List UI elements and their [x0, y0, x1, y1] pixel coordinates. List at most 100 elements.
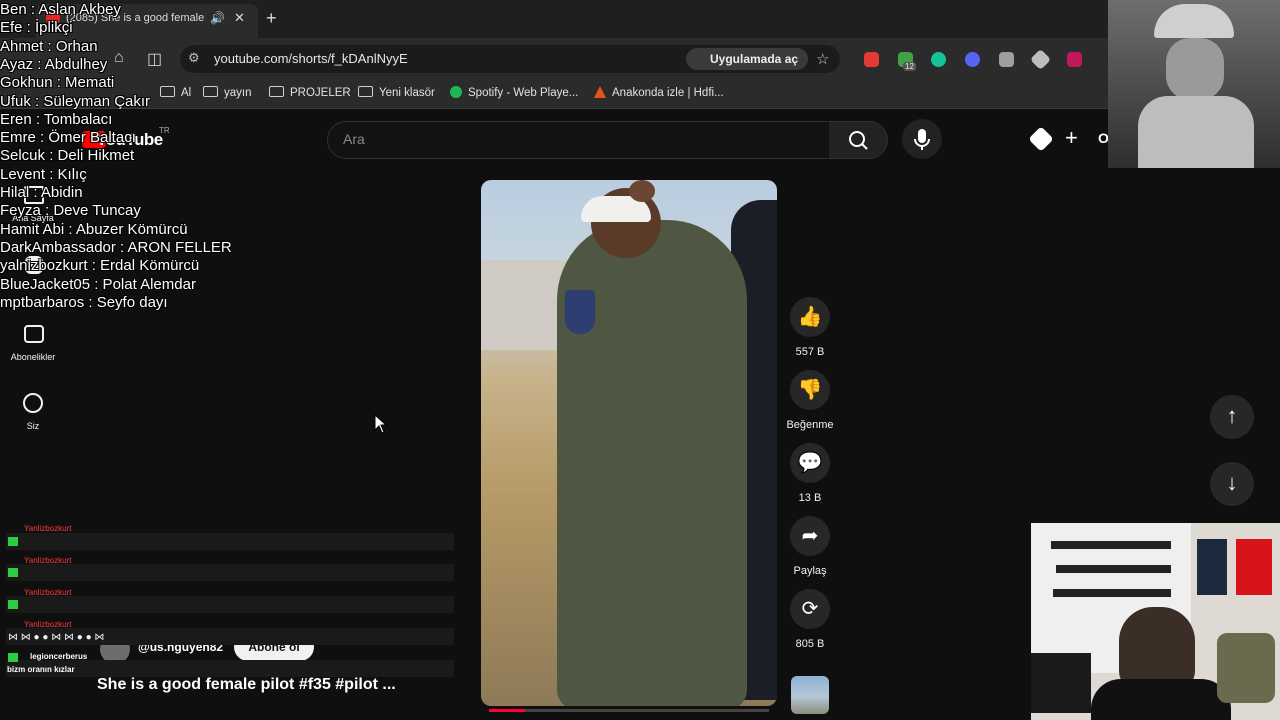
dislike-label: Beğenme [786, 419, 834, 431]
video-progress-track[interactable] [489, 709, 769, 712]
create-plus-icon[interactable]: + [1065, 125, 1078, 151]
nickname-line: Ayaz : Abdulhey [0, 55, 108, 73]
chat-username: Yanlizbozkurt [24, 524, 72, 533]
chat-username: legioncerberus [30, 652, 88, 661]
spotify-icon [450, 86, 462, 98]
thumbs-down-icon: 👎 [797, 379, 823, 401]
folder-icon [160, 86, 175, 97]
new-tab-icon[interactable]: + [266, 8, 277, 29]
voice-search-button[interactable] [902, 119, 942, 159]
thumbs-up-icon: 👍 [797, 306, 823, 328]
sidebar-item-subscriptions[interactable]: Abonelikler [3, 352, 63, 362]
like-button[interactable]: 👍 [790, 297, 830, 337]
bookmark-folder-yayin[interactable]: yayın [203, 86, 252, 99]
arrow-down-icon: ↓ [1226, 470, 1238, 495]
speaker-icon[interactable]: 🔊 [210, 11, 225, 25]
chat-username: Yanlizbozkurt [24, 588, 72, 597]
share-label: Paylaş [793, 565, 827, 577]
video-progress-fill[interactable] [489, 709, 525, 712]
discord-icon[interactable] [965, 52, 980, 67]
nickname-line: mptbarbaros : Seyfo dayı [0, 293, 168, 311]
chat-message: bizm oranın kızlar [7, 665, 75, 674]
video-hair-bun [629, 180, 655, 202]
bookmark-label: Al [181, 87, 192, 99]
bookmark-folder-projeler[interactable]: PROJELER [269, 86, 351, 99]
webcam-desk [1031, 653, 1091, 713]
dislike-button[interactable]: 👎 [790, 370, 830, 410]
shield-icon[interactable] [999, 52, 1014, 67]
home-icon[interactable]: ⌂ [114, 49, 124, 67]
remix-button[interactable]: ⟳ [790, 589, 830, 629]
open-in-app-button[interactable]: Uygulamada aç [686, 48, 809, 70]
webcam-streamer-body [1091, 679, 1231, 720]
grammarly-icon[interactable] [931, 52, 946, 67]
short-video-player[interactable] [481, 180, 777, 706]
share-arrow-icon: ➦ [801, 525, 819, 547]
bookmark-anakonda[interactable]: Anakonda izle | Hdfi... [594, 86, 724, 99]
extension-purple-icon[interactable] [1067, 52, 1082, 67]
chat-username: Yanlizbozkurt [24, 556, 72, 565]
close-tab-icon[interactable]: ✕ [234, 10, 245, 26]
webcam-flag-turkey [1236, 539, 1272, 595]
microphone-icon [914, 129, 930, 150]
previous-short-button[interactable]: ↑ [1210, 395, 1254, 439]
streamer-webcam [1031, 523, 1280, 720]
chat-emotes: ⋈ ⋈ ● ● ⋈ ⋈ ● ● ⋈ [8, 632, 105, 643]
chat-badge-icon [8, 537, 18, 546]
search-icon [849, 131, 868, 150]
bookmark-label: yayın [224, 87, 252, 99]
bookmark-folder-al[interactable]: Al [160, 86, 191, 99]
nickname-line: Hilal : Abidin [0, 184, 83, 201]
webcam-flag-dark [1197, 539, 1227, 595]
chat-badge-icon [8, 568, 18, 577]
sound-thumbnail[interactable] [791, 676, 829, 714]
bookmark-folder-yeni[interactable]: Yeni klasör [358, 86, 435, 99]
bookmark-spotify[interactable]: Spotify - Web Playe... [450, 86, 578, 99]
folder-icon [269, 86, 284, 97]
remix-icon: ⟳ [801, 598, 819, 620]
search-input[interactable] [327, 121, 831, 159]
url-text[interactable]: youtube.com/shorts/f_kDAnlNyyE [214, 51, 408, 66]
site-settings-icon[interactable]: ⚙ [188, 50, 200, 66]
webcam-vest [1217, 633, 1275, 703]
short-title[interactable]: She is a good female pilot #f35 #pilot .… [97, 676, 396, 694]
chat-row [6, 564, 454, 581]
bookmark-label: Yeni klasör [379, 87, 435, 99]
bookmark-label: Spotify - Web Playe... [468, 87, 579, 99]
portrait-uniform [1138, 96, 1254, 168]
arrow-up-icon: ↑ [1226, 403, 1238, 428]
nickname-line: Ben : Aslan Akbey [0, 1, 121, 18]
extension-red-icon[interactable] [864, 52, 879, 67]
chat-badge-icon [8, 600, 18, 609]
share-button[interactable]: ➦ [790, 516, 830, 556]
chat-badge-icon [8, 653, 18, 662]
search-button[interactable] [829, 121, 888, 159]
account-circle-icon[interactable] [23, 393, 43, 413]
split-view-icon[interactable]: ◫ [147, 49, 162, 69]
portrait-overlay [1108, 0, 1280, 168]
webcam-rifle [1056, 565, 1171, 573]
sidebar-item-you[interactable]: Siz [3, 421, 63, 431]
folder-icon [203, 86, 218, 97]
nickname-line: yalnizbozkurt : Erdal Kömürcü [0, 257, 200, 275]
country-code: TR [159, 126, 170, 135]
bookmark-star-icon[interactable]: ☆ [816, 50, 829, 68]
nickname-line: Gokhun : Memati [0, 74, 115, 92]
search-placeholder: Ara [343, 131, 365, 147]
subscriptions-icon[interactable] [24, 325, 44, 343]
comment-count: 13 B [798, 492, 822, 504]
bookmark-label: PROJELER [290, 87, 351, 99]
nickname-line: Selcuk : Deli Hikmet [0, 147, 135, 165]
video-shoulder-patch [565, 290, 595, 334]
like-count: 557 B [795, 346, 825, 358]
mouse-cursor-icon [374, 414, 388, 434]
nickname-line: Ahmet : Orhan [0, 37, 98, 55]
next-short-button[interactable]: ↓ [1210, 462, 1254, 506]
anakonda-icon [594, 86, 606, 98]
puzzle-icon[interactable] [1028, 126, 1054, 152]
remix-count: 805 B [795, 638, 825, 650]
portrait-cap [1154, 4, 1234, 38]
comments-button[interactable]: 💬 [790, 443, 830, 483]
nickname-line: Feyza : Deve Tuncay [0, 202, 141, 220]
chat-row [6, 596, 454, 613]
